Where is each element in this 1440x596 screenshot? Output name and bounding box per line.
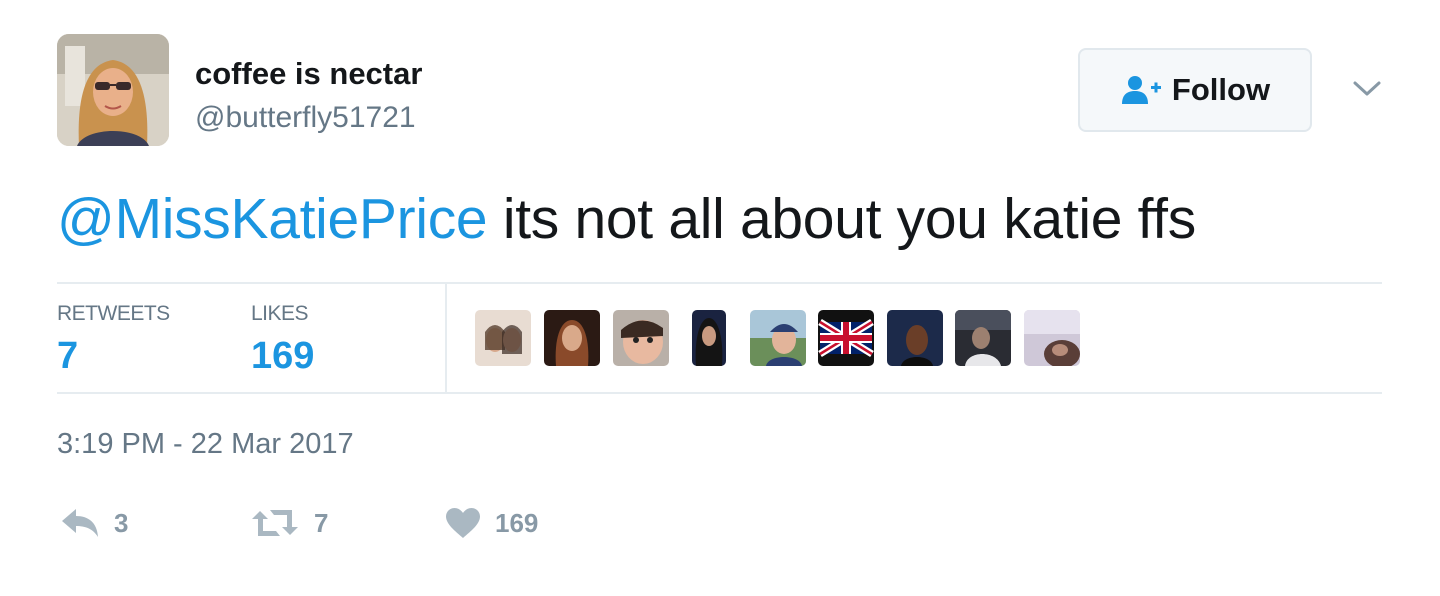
retweet-icon <box>252 510 298 536</box>
reply-count: 3 <box>114 507 129 538</box>
tweet-body: its not all about you katie ffs <box>487 187 1196 251</box>
like-button[interactable]: 169 <box>445 503 538 543</box>
tweet-timestamp[interactable]: 3:19 PM - 22 Mar 2017 <box>57 428 354 461</box>
retweets-label: RETWEETS <box>57 302 170 325</box>
liker-avatar-uk-flag[interactable] <box>818 310 874 366</box>
liker-avatar[interactable] <box>887 310 943 366</box>
reply-button[interactable]: 3 <box>60 503 128 543</box>
liker-avatar[interactable] <box>692 310 726 366</box>
author-handle[interactable]: @butterfly51721 <box>195 101 416 135</box>
heart-icon <box>446 508 480 538</box>
retweet-button[interactable]: 7 <box>250 503 328 543</box>
chevron-down-icon[interactable] <box>1350 76 1384 100</box>
author-display-name[interactable]: coffee is nectar <box>195 56 422 92</box>
tweet-text: @MissKatiePrice its not all about you ka… <box>57 186 1196 252</box>
liker-avatar[interactable] <box>955 310 1011 366</box>
follow-label: Follow <box>1171 72 1271 107</box>
mention-link[interactable]: @MissKatiePrice <box>57 187 488 251</box>
add-user-icon <box>1121 76 1161 104</box>
liker-avatar[interactable] <box>544 310 600 366</box>
liker-avatar[interactable] <box>613 310 669 366</box>
tweet-card: coffee is nectar @butterfly51721 Follow … <box>0 0 1440 596</box>
stats-divider-bottom <box>57 392 1382 394</box>
author-avatar[interactable] <box>57 34 169 146</box>
liker-avatar[interactable] <box>750 310 806 366</box>
avatar-photo <box>57 34 169 146</box>
stats-vertical-divider <box>445 284 447 392</box>
likes-count[interactable]: 169 <box>251 335 314 378</box>
retweets-count[interactable]: 7 <box>57 335 78 378</box>
liker-avatar[interactable] <box>1024 310 1080 366</box>
like-count: 169 <box>495 507 539 538</box>
reply-icon <box>62 509 98 537</box>
stats-divider-top <box>57 282 1382 284</box>
likes-label: LIKES <box>251 302 309 325</box>
retweet-count: 7 <box>314 507 329 538</box>
liker-avatar[interactable] <box>475 310 531 366</box>
follow-button[interactable]: Follow <box>1078 48 1312 132</box>
